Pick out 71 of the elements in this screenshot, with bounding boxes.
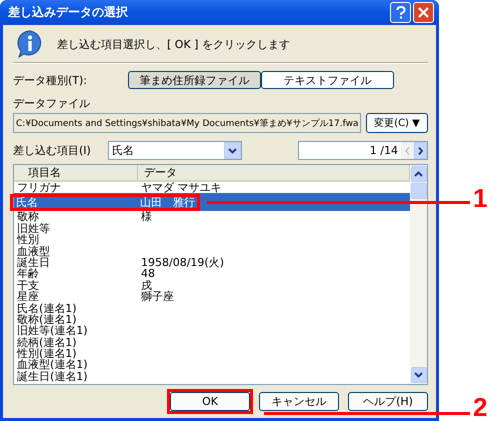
data-kind-label: データ種別(T): — [13, 72, 88, 88]
list-row[interactable]: 敬称(連名1) — [14, 314, 410, 326]
table-cell-text: 山田 雅行 — [139, 196, 196, 208]
instruction-text: 差し込む項目選択し、[ OK ] をクリックします — [57, 36, 290, 52]
list-row[interactable]: 誕生日 1958/08/19(火) — [14, 256, 410, 268]
list-row[interactable]: 旧姓等 — [14, 222, 410, 234]
list-row[interactable]: 誕生日(連名1) — [14, 370, 410, 382]
table-cell-text: ヤマダ マサユキ — [140, 182, 222, 194]
table-cell-text: 続柄(連名1) — [17, 336, 78, 348]
list-row[interactable]: 干支 戌 — [14, 280, 410, 292]
dialog-button[interactable]: OK — [170, 392, 250, 411]
table-cell-text: 獅子座 — [140, 291, 175, 303]
list-row[interactable]: 星座 獅子座 — [14, 291, 410, 303]
change-button[interactable]: 変更(C) ▼ — [366, 113, 428, 133]
close-button[interactable] — [413, 2, 434, 23]
callout-number: 2 — [473, 392, 488, 421]
data-kind-button[interactable]: テキストファイル — [261, 71, 394, 89]
help-button[interactable] — [390, 2, 411, 23]
window-title: 差し込みデータの選択 — [8, 4, 128, 21]
table-cell-text: 敬称 — [16, 211, 39, 223]
table-cell-text: 氏名(連名1) — [16, 302, 78, 314]
list-row[interactable]: 血液型(連名1) — [14, 359, 410, 371]
table-cell-text: 様 — [140, 211, 153, 223]
list-row[interactable]: 続柄(連名1) — [14, 336, 410, 348]
chevron-up-icon — [414, 171, 423, 177]
list-row[interactable]: 年齢 48 — [14, 268, 410, 280]
table-cell-text: 敬称(連名1) — [16, 314, 78, 326]
table-cell-text: 血液型(連名1) — [17, 359, 89, 371]
list-row[interactable]: 敬称 様 — [14, 211, 410, 223]
table-cell-text: 干支 — [16, 280, 40, 292]
insert-item-label: 差し込む項目(I) — [13, 143, 92, 158]
table-cell-text: 星座 — [16, 291, 40, 303]
dialog-button[interactable]: キャンセル — [259, 392, 339, 411]
table-cell-text: 誕生日 — [16, 256, 51, 268]
table-cell-text: 性別 — [16, 234, 39, 246]
callout-number: 1 — [473, 183, 488, 214]
table-cell-text: 性別(連名1) — [16, 348, 78, 360]
data-file-field[interactable]: C:¥Documents and Settings¥shibata¥My Documents¥筆まめ¥サンプル17.fwa — [13, 113, 361, 133]
list-row[interactable]: 旧姓等(連名1) — [14, 325, 410, 337]
data-file-label: データファイル — [13, 96, 90, 111]
table-cell-text: 戌 — [140, 280, 152, 292]
table-cell-text: 年齢 — [16, 268, 40, 280]
dialog-button[interactable]: ヘルプ(H) — [348, 392, 428, 411]
scroll-thumb[interactable] — [410, 183, 426, 199]
chevron-down-icon — [414, 372, 423, 378]
table-cell-text: 旧姓等(連名1) — [16, 325, 89, 337]
page-field[interactable]: 1 /14 — [298, 141, 428, 160]
scroll-up-button[interactable] — [410, 166, 426, 182]
dropdown-button[interactable] — [224, 142, 241, 159]
table-cell-text: フリガナ — [16, 182, 62, 194]
table-cell-text: 旧姓等 — [17, 222, 51, 234]
list-row[interactable]: 性別 — [14, 234, 410, 246]
list-row[interactable]: 性別(連名1) — [14, 348, 410, 360]
next-button[interactable] — [414, 142, 427, 159]
close-icon — [418, 7, 429, 18]
table-cell-text: 氏名 — [15, 196, 39, 208]
table-cell-text: 1958/08/19(火) — [140, 256, 225, 268]
list-row[interactable]: 血液型 — [14, 246, 410, 257]
list-row[interactable]: 氏名(連名1) — [14, 302, 410, 314]
chevron-left-icon — [405, 146, 410, 154]
table-cell-text: 48 — [140, 268, 155, 280]
table-cell-text: 誕生日(連名1) — [16, 370, 89, 382]
list-row[interactable]: フリガナ ヤマダ マサユキ — [14, 182, 410, 194]
data-kind-button[interactable]: 筆まめ住所録ファイル — [128, 71, 261, 89]
question-mark-icon — [396, 6, 406, 19]
insert-item-dropdown[interactable]: 氏名 — [108, 141, 242, 160]
chevron-down-icon — [228, 148, 237, 154]
chevron-right-icon — [418, 146, 423, 154]
column-header[interactable]: 項目名 — [14, 165, 138, 180]
table-cell-text: 血液型 — [16, 246, 51, 257]
scroll-down-button[interactable] — [410, 367, 426, 383]
